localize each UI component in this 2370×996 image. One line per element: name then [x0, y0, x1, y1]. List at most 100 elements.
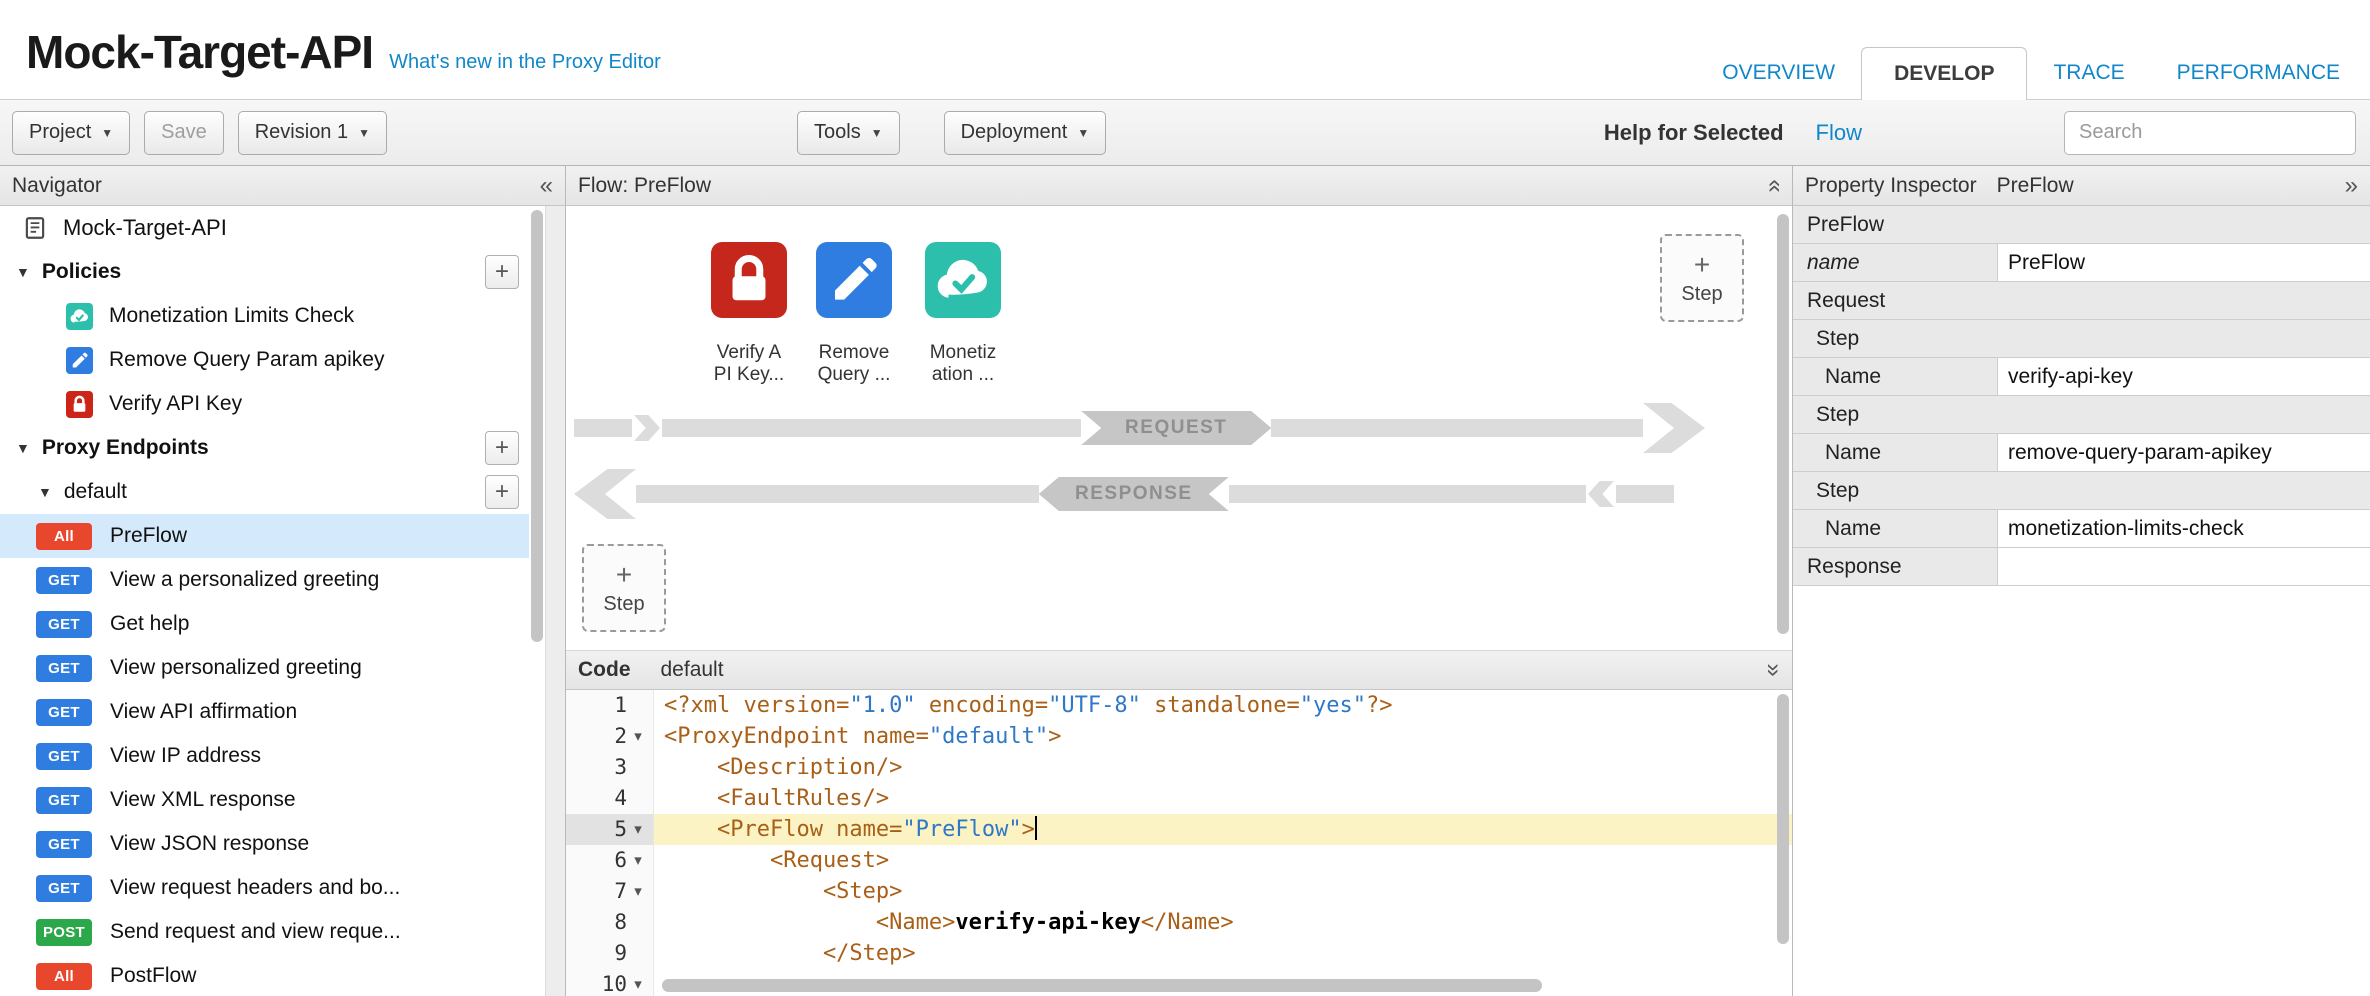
inspector-field-label: Response [1793, 548, 1998, 585]
navigator-flow-view-xml-response[interactable]: GETView XML response [0, 778, 529, 822]
navigator-flow-get-help[interactable]: GETGet help [0, 602, 529, 646]
navigator-flow-preflow[interactable]: AllPreFlow [0, 514, 529, 558]
code-text[interactable]: <Name>verify-api-key</Name> [654, 907, 1792, 938]
inspector-field-label: Name [1793, 434, 1998, 471]
panel-splitter[interactable] [545, 206, 565, 996]
navigator-flow-view-request-headers-and-bo[interactable]: GETView request headers and bo... [0, 866, 529, 910]
code-text[interactable]: <FaultRules/> [654, 783, 1792, 814]
navigator-scrollbar[interactable] [531, 210, 543, 642]
deployment-menu-button[interactable]: Deployment ▼ [944, 111, 1107, 155]
navigator-section-proxy-endpoints[interactable]: ▼Proxy Endpoints+ [0, 426, 529, 470]
code-line-5[interactable]: 5▾ <PreFlow name="PreFlow"> [566, 814, 1792, 845]
flow-policy-verify-a-pi-key[interactable]: Verify API Key... [689, 242, 809, 386]
inspector-field-name: Nameremove-query-param-apikey [1793, 434, 2370, 472]
tab-trace[interactable]: TRACE [2027, 47, 2150, 99]
flow-canvas-scrollbar[interactable] [1777, 214, 1789, 634]
search-input[interactable] [2064, 111, 2356, 155]
navigator-policy-remove-query-param-apikey[interactable]: Remove Query Param apikey [0, 338, 529, 382]
revision-menu-button[interactable]: Revision 1 ▼ [238, 111, 387, 155]
code-horizontal-scrollbar[interactable] [662, 979, 1542, 992]
nav-row-label: Policies [42, 260, 121, 284]
navigator-flow-view-api-affirmation[interactable]: GETView API affirmation [0, 690, 529, 734]
expand-inspector-icon[interactable]: » [2345, 174, 2358, 198]
navigator-section-policies[interactable]: ▼Policies+ [0, 250, 529, 294]
code-token: <PreFlow name= [664, 817, 902, 842]
inspector-field-value[interactable]: remove-query-param-apikey [1998, 434, 2370, 471]
save-button[interactable]: Save [144, 111, 224, 155]
navigator-flow-view-a-personalized-greeting[interactable]: GETView a personalized greeting [0, 558, 529, 602]
navigator-policy-monetization-limits-check[interactable]: Monetization Limits Check [0, 294, 529, 338]
code-text[interactable]: <ProxyEndpoint name="default"> [654, 721, 1792, 752]
response-arrow-head-icon [574, 469, 636, 519]
inspector-field-value[interactable]: monetization-limits-check [1998, 510, 2370, 547]
step-button-label: Step [1681, 283, 1722, 306]
code-line-2[interactable]: 2▾<ProxyEndpoint name="default"> [566, 721, 1792, 752]
inspector-section-step: Step [1793, 320, 2370, 358]
code-text[interactable]: <Step> [654, 876, 1792, 907]
code-line-6[interactable]: 6▾ <Request> [566, 845, 1792, 876]
code-line-3[interactable]: 3 <Description/> [566, 752, 1792, 783]
expand-code-icon[interactable]: » [1761, 663, 1785, 676]
fold-marker-icon[interactable]: ▾ [627, 845, 649, 876]
navigator-flow-postflow[interactable]: AllPostFlow [0, 954, 529, 996]
navigator-scrollbar-track[interactable] [529, 206, 545, 996]
help-flow-link[interactable]: Flow [1816, 120, 1862, 146]
code-editor[interactable]: 1<?xml version="1.0" encoding="UTF-8" st… [566, 690, 1792, 996]
whats-new-link[interactable]: What's new in the Proxy Editor [389, 51, 661, 74]
tools-menu-button[interactable]: Tools ▼ [797, 111, 900, 155]
inspector-field-value[interactable] [1998, 548, 2370, 585]
code-token: encoding= [916, 693, 1048, 718]
lock-icon [711, 242, 787, 318]
line-number: 7 [614, 876, 627, 907]
deployment-menu-label: Deployment [961, 121, 1068, 144]
flow-policy-remove-query[interactable]: RemoveQuery ... [794, 242, 914, 386]
code-line-4[interactable]: 4 <FaultRules/> [566, 783, 1792, 814]
add-policies-button[interactable]: + [485, 255, 519, 289]
main-area: Navigator « Mock-Target-API▼Policies+Mon… [0, 166, 2370, 996]
project-menu-button[interactable]: Project ▼ [12, 111, 130, 155]
code-text[interactable]: </Step> [654, 938, 1792, 969]
code-text[interactable]: <PreFlow name="PreFlow"> [654, 814, 1792, 845]
collapse-navigator-icon[interactable]: « [540, 174, 553, 198]
method-badge: All [36, 963, 92, 990]
fold-marker-icon[interactable]: ▾ [627, 721, 649, 752]
navigator-group-default[interactable]: ▼default+ [0, 470, 529, 514]
tab-performance[interactable]: PERFORMANCE [2151, 47, 2366, 99]
line-number: 3 [614, 752, 627, 783]
navigator-flow-view-ip-address[interactable]: GETView IP address [0, 734, 529, 778]
collapse-flow-icon[interactable]: » [1761, 179, 1785, 192]
fold-marker-icon[interactable]: ▾ [627, 876, 649, 907]
code-token: "default" [929, 724, 1048, 749]
fold-marker-icon[interactable]: ▾ [627, 814, 649, 845]
revision-menu-label: Revision 1 [255, 121, 348, 144]
flow-line-segment [574, 419, 632, 437]
add-step-button-request[interactable]: + Step [1660, 234, 1744, 322]
navigator-flow-view-json-response[interactable]: GETView JSON response [0, 822, 529, 866]
navigator-policy-verify-api-key[interactable]: Verify API Key [0, 382, 529, 426]
tab-develop[interactable]: DEVELOP [1861, 47, 2027, 100]
code-text[interactable]: <Request> [654, 845, 1792, 876]
code-text[interactable]: <Description/> [654, 752, 1792, 783]
flow-chevron-icon [634, 415, 660, 441]
code-line-7[interactable]: 7▾ <Step> [566, 876, 1792, 907]
fold-marker-icon[interactable]: ▾ [627, 969, 649, 996]
code-line-8[interactable]: 8 <Name>verify-api-key</Name> [566, 907, 1792, 938]
inspector-section-label: Step [1816, 327, 1859, 351]
code-line-1[interactable]: 1<?xml version="1.0" encoding="UTF-8" st… [566, 690, 1792, 721]
add-default-button[interactable]: + [485, 475, 519, 509]
tab-overview[interactable]: OVERVIEW [1696, 47, 1861, 99]
add-proxy-endpoints-button[interactable]: + [485, 431, 519, 465]
navigator-flow-view-personalized-greeting[interactable]: GETView personalized greeting [0, 646, 529, 690]
flow-policy-monetiz-ation[interactable]: Monetization ... [903, 242, 1023, 386]
code-vertical-scrollbar[interactable] [1777, 694, 1789, 944]
add-step-button-response[interactable]: + Step [582, 544, 666, 632]
inspector-field-value[interactable]: PreFlow [1998, 244, 2370, 281]
line-number: 2 [614, 721, 627, 752]
code-line-9[interactable]: 9 </Step> [566, 938, 1792, 969]
code-token: "yes" [1300, 693, 1366, 718]
navigator-flow-send-request-and-view-reque[interactable]: POSTSend request and view reque... [0, 910, 529, 954]
code-text[interactable]: <?xml version="1.0" encoding="UTF-8" sta… [654, 690, 1792, 721]
inspector-field-value[interactable]: verify-api-key [1998, 358, 2370, 395]
flow-line-segment [1271, 419, 1643, 437]
navigator-root-mock-target-api[interactable]: Mock-Target-API [0, 206, 529, 250]
